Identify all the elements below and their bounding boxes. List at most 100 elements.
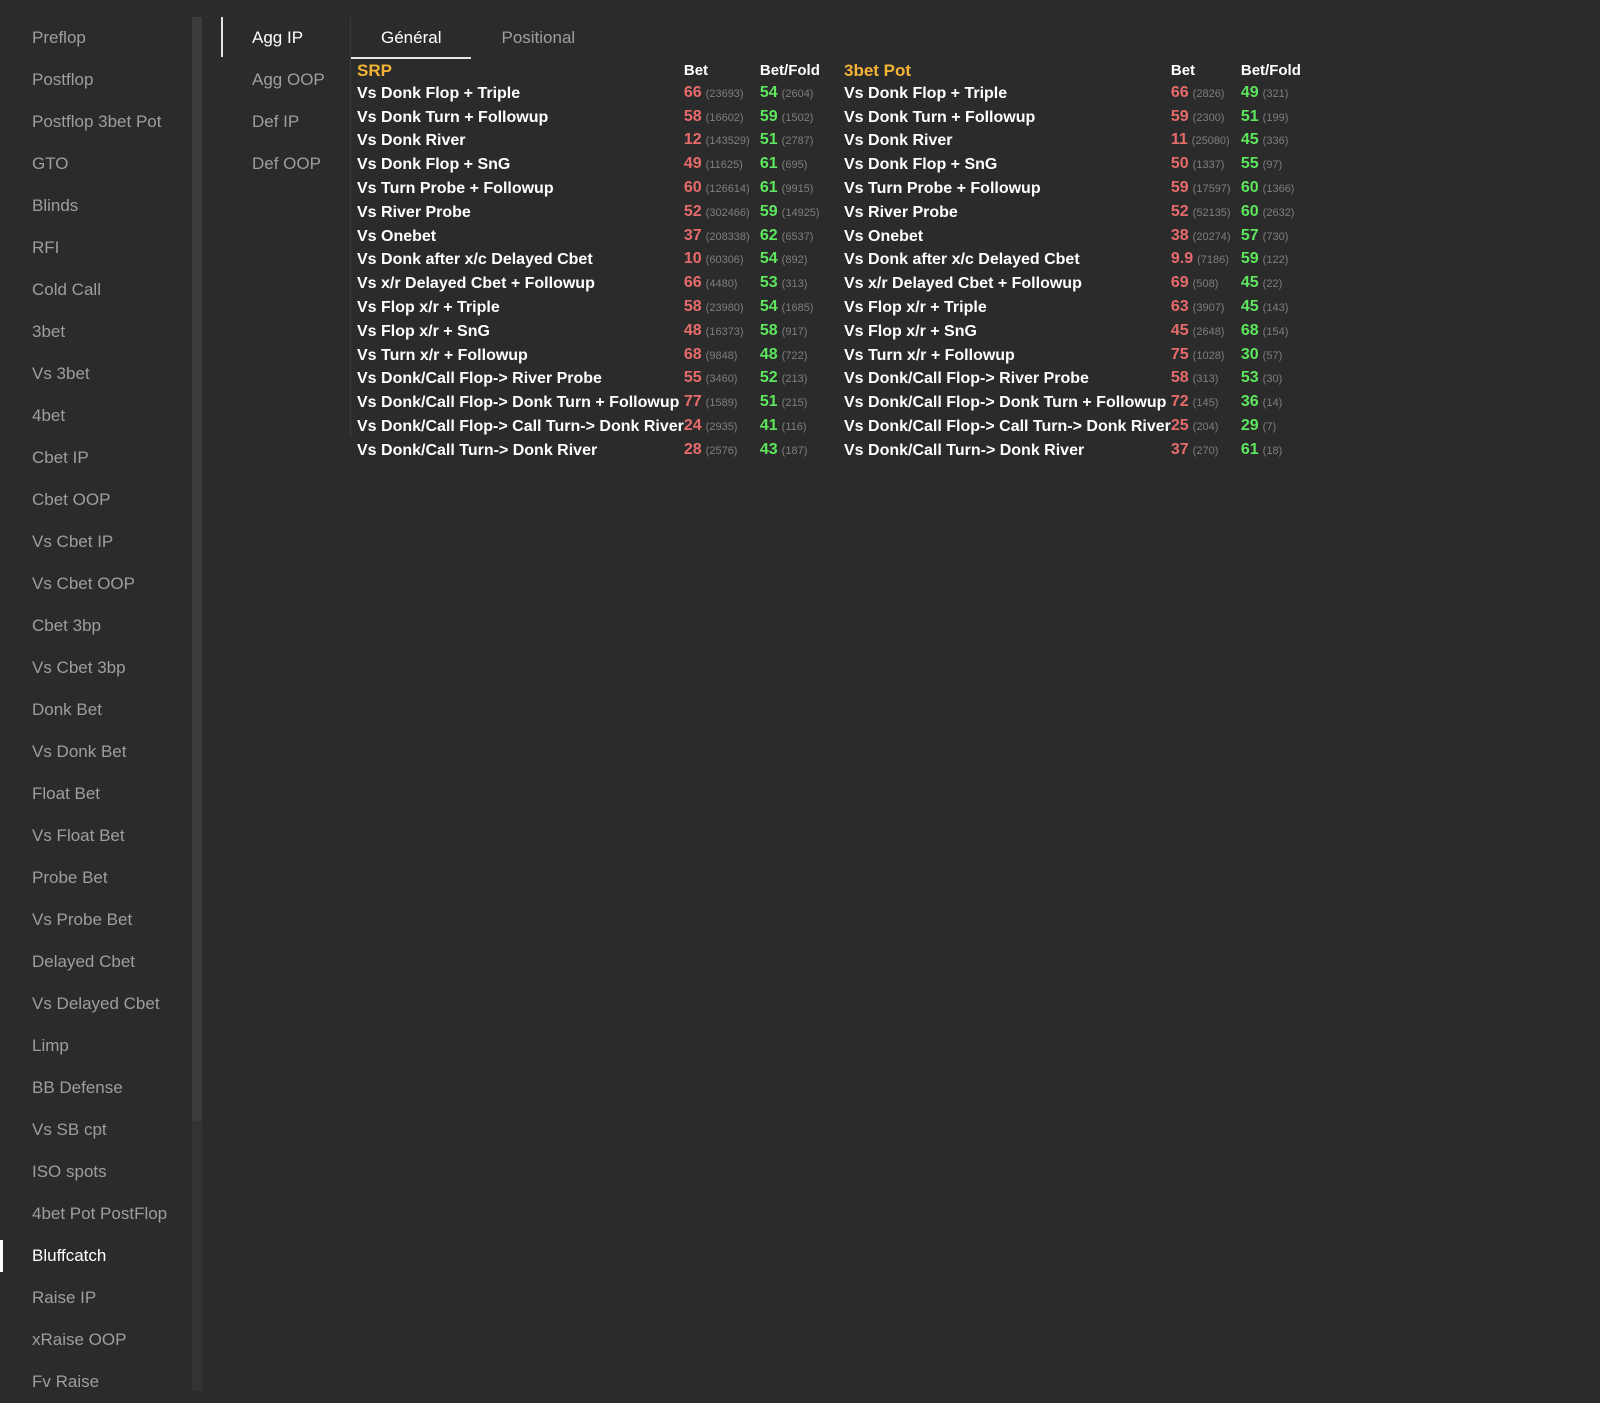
bet-cell: 66 (2826) xyxy=(1171,82,1241,106)
sidebar-item-cold-call[interactable]: Cold Call xyxy=(0,269,190,311)
table-row[interactable]: Vs Donk River 12 (143529) 51 (2787) xyxy=(357,129,840,153)
sidebar-item-iso-spots[interactable]: ISO spots xyxy=(0,1151,190,1193)
bet-cell: 58 (16602) xyxy=(684,106,760,130)
sidebar-item-vs-sb-cpt[interactable]: Vs SB cpt xyxy=(0,1109,190,1151)
sidebar-item-3bet[interactable]: 3bet xyxy=(0,311,190,353)
table-row[interactable]: Vs Onebet 38 (20274) 57 (730) xyxy=(844,225,1321,249)
bet-value: 59 xyxy=(1170,107,1189,125)
sidebar-item-cbet-ip[interactable]: Cbet IP xyxy=(0,437,190,479)
table-row[interactable]: Vs Donk Flop + Triple 66 (2826) 49 (321) xyxy=(844,82,1321,106)
sidebar-item-vs-cbet-3bp[interactable]: Vs Cbet 3bp xyxy=(0,647,190,689)
sidebar-item-postflop[interactable]: Postflop xyxy=(0,59,190,101)
table-row[interactable]: Vs River Probe 52 (52135) 60 (2632) xyxy=(844,201,1321,225)
sidebar-item-vs-float-bet[interactable]: Vs Float Bet xyxy=(0,815,190,857)
table-row[interactable]: Vs Donk/Call Flop-> River Probe 58 (313) 53… xyxy=(844,367,1321,391)
table-row[interactable]: Vs Onebet 37 (208338) 62 (6537) xyxy=(357,225,840,249)
table-row[interactable]: Vs x/r Delayed Cbet + Followup 66 (4480) 53… xyxy=(357,272,840,296)
bet-fold-sample-count: (143) xyxy=(1262,301,1289,314)
bet-cell: 9.9 (7186) xyxy=(1171,248,1241,272)
sidebar-item-gto[interactable]: GTO xyxy=(0,143,190,185)
sidebar-item-preflop[interactable]: Preflop xyxy=(0,17,190,59)
table-row[interactable]: Vs Turn Probe + Followup 59 (17597) 60 (1366… xyxy=(844,177,1321,201)
tab-positional[interactable]: Positional xyxy=(471,17,605,59)
sidebar-item-4bet-pot-postflop[interactable]: 4bet Pot PostFlop xyxy=(0,1193,190,1235)
bet-fold-sample-count: (917) xyxy=(781,325,808,338)
sidebar-item-probe-bet[interactable]: Probe Bet xyxy=(0,857,190,899)
sidebar-item-bluffcatch[interactable]: Bluffcatch xyxy=(0,1235,190,1277)
sidebar-scrollbar-thumb[interactable] xyxy=(192,17,202,1121)
subnav-item-agg-ip[interactable]: Agg IP xyxy=(221,17,351,59)
sidebar-item-4bet[interactable]: 4bet xyxy=(0,395,190,437)
table-row[interactable]: Vs Donk Flop + SnG 49 (11625) 61 (695) xyxy=(357,153,840,177)
bet-fold-value: 60 xyxy=(1240,202,1259,220)
table-row[interactable]: Vs Flop x/r + SnG 45 (2648) 68 (154) xyxy=(844,320,1321,344)
bet-fold-cell: 59 (14925) xyxy=(760,201,840,225)
subnav-item-def-oop[interactable]: Def OOP xyxy=(221,143,351,185)
table-row[interactable]: Vs Donk after x/c Delayed Cbet 9.9 (7186) 5… xyxy=(844,248,1321,272)
table-row[interactable]: Vs Donk River 11 (25080) 45 (336) xyxy=(844,129,1321,153)
table-row[interactable]: Vs River Probe 52 (302466) 59 (14925) xyxy=(357,201,840,225)
table-row[interactable]: Vs Donk Flop + SnG 50 (1337) 55 (97) xyxy=(844,153,1321,177)
table-row[interactable]: Vs Donk/Call Flop-> Donk Turn + Followup… xyxy=(844,391,1321,415)
sidebar-item-vs-cbet-ip[interactable]: Vs Cbet IP xyxy=(0,521,190,563)
table-row[interactable]: Vs Donk/Call Flop-> River Probe 55 (3460) 5… xyxy=(357,367,840,391)
sidebar-item-delayed-cbet[interactable]: Delayed Cbet xyxy=(0,941,190,983)
bet-value: 77 xyxy=(683,393,702,411)
bet-sample-count: (7186) xyxy=(1197,254,1229,267)
table-row[interactable]: Vs Donk/Call Flop-> Call Turn-> Donk Riv… xyxy=(844,415,1321,439)
bet-value: 12 xyxy=(683,131,702,149)
sidebar-item-rfi[interactable]: RFI xyxy=(0,227,190,269)
bet-sample-count: (2576) xyxy=(705,444,738,457)
table-row[interactable]: Vs Donk/Call Turn-> Donk River 28 (2576) 43… xyxy=(357,439,840,463)
table-row[interactable]: Vs Flop x/r + SnG 48 (16373) 58 (917) xyxy=(357,320,840,344)
bet-value: 48 xyxy=(683,321,702,339)
bet-value: 10 xyxy=(683,250,702,268)
sidebar-item-vs-donk-bet[interactable]: Vs Donk Bet xyxy=(0,731,190,773)
bet-fold-cell: 54 (1685) xyxy=(760,296,840,320)
sidebar-item-vs-probe-bet[interactable]: Vs Probe Bet xyxy=(0,899,190,941)
bet-fold-sample-count: (14) xyxy=(1262,397,1283,410)
row-label: Vs Donk after x/c Delayed Cbet xyxy=(357,251,593,269)
sidebar-item-donk-bet[interactable]: Donk Bet xyxy=(0,689,190,731)
table-row[interactable]: Vs Turn Probe + Followup 60 (126614) 61 (991… xyxy=(357,177,840,201)
table-row[interactable]: Vs Donk Turn + Followup 59 (2300) 51 (199) xyxy=(844,106,1321,130)
table-row[interactable]: Vs Flop x/r + Triple 63 (3907) 45 (143) xyxy=(844,296,1321,320)
sidebar-scrollbar-track[interactable] xyxy=(192,1121,202,1391)
table-row[interactable]: Vs Donk/Call Turn-> Donk River 37 (270) 61(… xyxy=(844,439,1321,463)
table-row[interactable]: Vs Donk after x/c Delayed Cbet 10 (60306) 5… xyxy=(357,248,840,272)
vertical-divider xyxy=(350,17,351,437)
sidebar-item-fv-raise[interactable]: Fv Raise xyxy=(0,1361,190,1403)
bet-value: 37 xyxy=(1170,440,1189,458)
sidebar-item-vs-delayed-cbet[interactable]: Vs Delayed Cbet xyxy=(0,983,190,1025)
table-row[interactable]: Vs x/r Delayed Cbet + Followup 69 (508) 45(… xyxy=(844,272,1321,296)
sidebar-item-float-bet[interactable]: Float Bet xyxy=(0,773,190,815)
table-row[interactable]: Vs Turn x/r + Followup 68 (9848) 48 (722) xyxy=(357,344,840,368)
table-row[interactable]: Vs Donk/Call Flop-> Donk Turn + Followup… xyxy=(357,391,840,415)
sidebar-item-cbet-oop[interactable]: Cbet OOP xyxy=(0,479,190,521)
bet-fold-sample-count: (695) xyxy=(781,159,808,172)
bet-cell: 11 (25080) xyxy=(1171,129,1241,153)
row-label: Vs Flop x/r + SnG xyxy=(357,322,490,340)
sidebar-item-vs-cbet-oop[interactable]: Vs Cbet OOP xyxy=(0,563,190,605)
tab-general[interactable]: Général xyxy=(351,17,472,59)
sidebar-item-postflop-3bet-pot[interactable]: Postflop 3bet Pot xyxy=(0,101,190,143)
subnav-item-def-ip[interactable]: Def IP xyxy=(221,101,351,143)
sidebar-item-vs-3bet[interactable]: Vs 3bet xyxy=(0,353,190,395)
bet-cell: 25 (204) xyxy=(1171,415,1241,439)
table-row[interactable]: Vs Turn x/r + Followup 75 (1028) 30 (57) xyxy=(844,344,1321,368)
sidebar-item-bb-defense[interactable]: BB Defense xyxy=(0,1067,190,1109)
bet-fold-sample-count: (6537) xyxy=(781,230,814,243)
table-row[interactable]: Vs Donk/Call Flop-> Call Turn-> Donk Riv… xyxy=(357,415,840,439)
sidebar-item-blinds[interactable]: Blinds xyxy=(0,185,190,227)
sidebar-item-xraise-oop[interactable]: xRaise OOP xyxy=(0,1319,190,1361)
table-row[interactable]: Vs Flop x/r + Triple 58 (23980) 54 (1685) xyxy=(357,296,840,320)
bet-fold-sample-count: (154) xyxy=(1262,325,1289,338)
sidebar-item-cbet-3bp[interactable]: Cbet 3bp xyxy=(0,605,190,647)
sidebar-item-limp[interactable]: Limp xyxy=(0,1025,190,1067)
table-row[interactable]: Vs Donk Turn + Followup 58 (16602) 59 (1502) xyxy=(357,106,840,130)
sidebar-item-raise-ip[interactable]: Raise IP xyxy=(0,1277,190,1319)
bet-fold-value: 49 xyxy=(1240,83,1259,101)
subnav-item-agg-oop[interactable]: Agg OOP xyxy=(221,59,351,101)
table-row[interactable]: Vs Donk Flop + Triple 66 (23693) 54 (2604) xyxy=(357,82,840,106)
bet-fold-value: 61 xyxy=(759,178,778,196)
